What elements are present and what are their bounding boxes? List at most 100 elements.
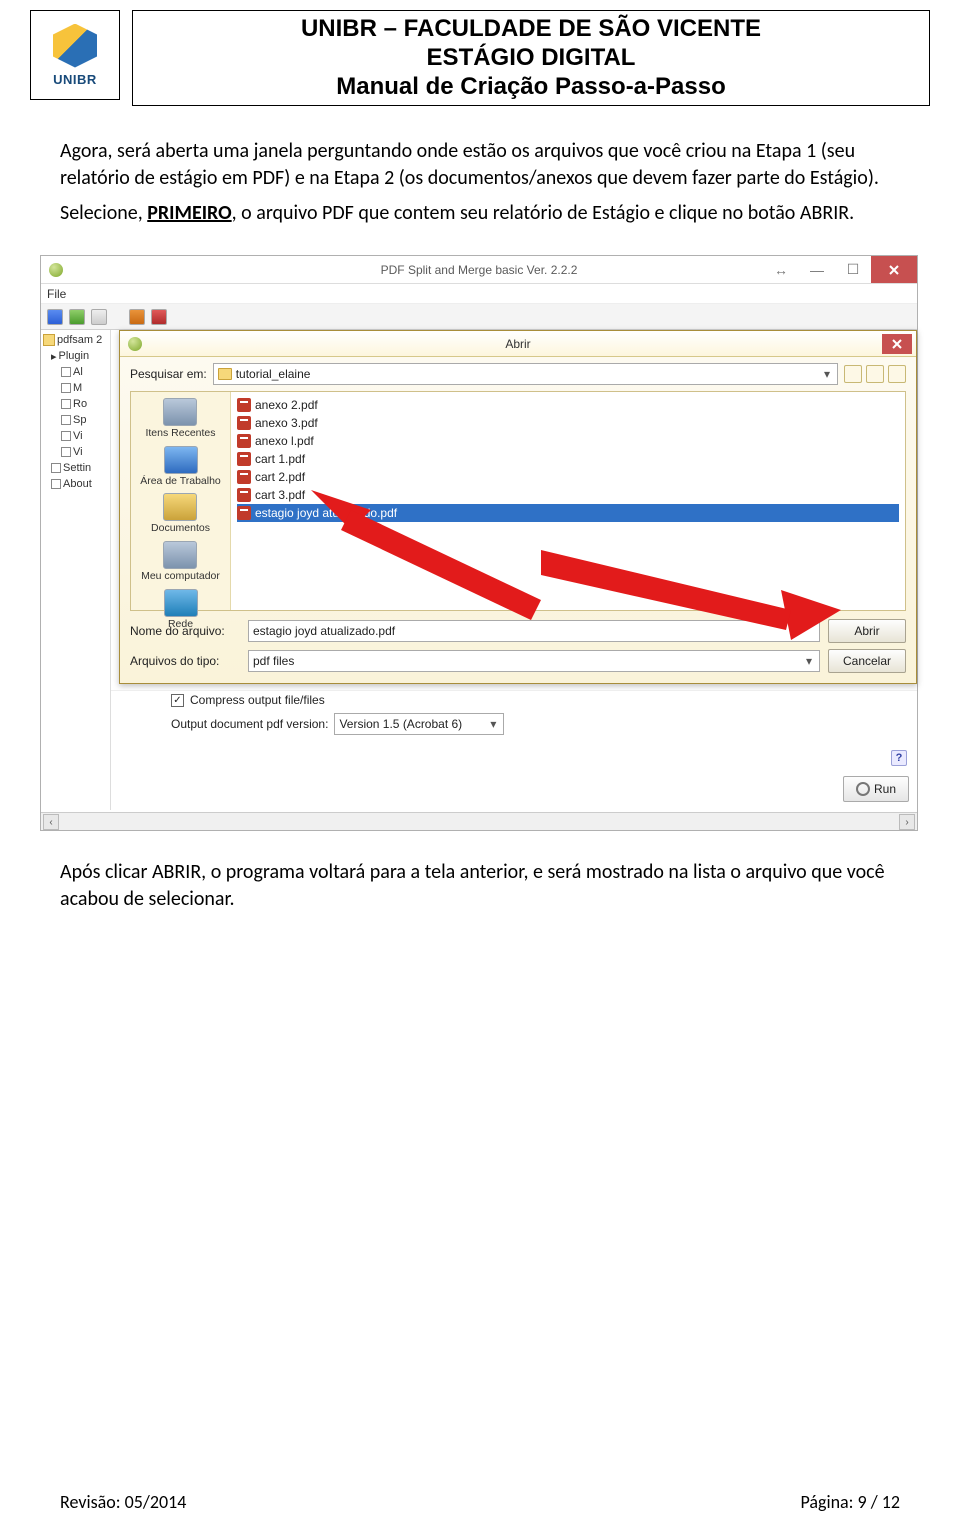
- document-header: UNIBR UNIBR – FACULDADE DE SÃO VICENTE E…: [0, 0, 960, 106]
- exit-icon[interactable]: [151, 309, 167, 325]
- pdf-icon: [237, 506, 251, 520]
- run-label: Run: [874, 782, 896, 796]
- view-icon[interactable]: [888, 365, 906, 383]
- tree-item-label: Vi: [73, 446, 83, 458]
- version-combo[interactable]: Version 1.5 (Acrobat 6) ▾: [334, 713, 504, 735]
- tree-item[interactable]: M: [43, 380, 110, 396]
- cancel-button[interactable]: Cancelar: [828, 649, 906, 673]
- dialog-close-button[interactable]: [882, 334, 912, 354]
- up-folder-icon[interactable]: [844, 365, 862, 383]
- file-name: anexo 3.pdf: [255, 416, 318, 430]
- checkbox-icon: [51, 479, 61, 489]
- compress-checkbox-row[interactable]: ✓ Compress output file/files: [171, 693, 917, 707]
- file-row[interactable]: anexo l.pdf: [237, 432, 899, 450]
- filename-value: estagio joyd atualizado.pdf: [253, 624, 395, 638]
- logo-text: UNIBR: [53, 72, 97, 87]
- tree-item-label: Vi: [73, 430, 83, 442]
- maximize-button[interactable]: ☐: [835, 256, 871, 283]
- help-icon[interactable]: ?: [891, 750, 907, 766]
- filetype-label: Arquivos do tipo:: [130, 654, 240, 668]
- post-paragraph: Após clicar ABRIR, o programa voltará pa…: [60, 859, 900, 913]
- place-label: Documentos: [151, 522, 210, 534]
- tree-item-label: Al: [73, 366, 83, 378]
- tree-item[interactable]: Vi: [43, 428, 110, 444]
- filetype-combo[interactable]: pdf files ▾: [248, 650, 820, 672]
- tree-item[interactable]: Vi: [43, 444, 110, 460]
- app-body: pdfsam 2 ▸ Plugin Al M Ro Sp Vi Vi Setti…: [41, 330, 917, 830]
- checkbox-icon: [61, 447, 71, 457]
- place-documents[interactable]: Documentos: [151, 493, 210, 535]
- header-title-box: UNIBR – FACULDADE DE SÃO VICENTE ESTÁGIO…: [132, 10, 930, 106]
- file-row[interactable]: anexo 3.pdf: [237, 414, 899, 432]
- tree-item[interactable]: Sp: [43, 412, 110, 428]
- header-line2: ESTÁGIO DIGITAL: [141, 44, 921, 73]
- paragraph-1: Agora, será aberta uma janela perguntand…: [60, 138, 900, 192]
- file-row[interactable]: cart 2.pdf: [237, 468, 899, 486]
- tree-plugins[interactable]: ▸ Plugin: [43, 348, 110, 364]
- footer-revision: Revisão: 05/2014: [60, 1491, 186, 1513]
- file-name: anexo 2.pdf: [255, 398, 318, 412]
- tree-item[interactable]: Al: [43, 364, 110, 380]
- scroll-left-icon[interactable]: ‹: [43, 814, 59, 830]
- place-computer[interactable]: Meu computador: [141, 541, 220, 583]
- filename-input[interactable]: estagio joyd atualizado.pdf: [248, 620, 820, 642]
- recent-icon: [163, 398, 197, 426]
- toolbar: [41, 304, 917, 330]
- horizontal-scrollbar[interactable]: ‹ ›: [41, 812, 917, 830]
- place-label: Meu computador: [141, 570, 220, 582]
- open-button-label: Abrir: [854, 624, 879, 638]
- restore-move-icon[interactable]: ↔: [763, 256, 799, 283]
- folder-combo[interactable]: tutorial_elaine ▾: [213, 363, 838, 385]
- checkbox-icon: [51, 463, 61, 473]
- file-row-selected[interactable]: estagio joyd atualizado.pdf: [237, 504, 899, 522]
- place-desktop[interactable]: Área de Trabalho: [140, 446, 221, 488]
- tree-root[interactable]: pdfsam 2: [43, 332, 110, 348]
- filename-label: Nome do arquivo:: [130, 624, 240, 638]
- log-icon[interactable]: [91, 309, 107, 325]
- save-icon[interactable]: [47, 309, 63, 325]
- tree-settings[interactable]: Settin: [43, 460, 110, 476]
- app-titlebar: PDF Split and Merge basic Ver. 2.2.2 ↔ —…: [41, 256, 917, 284]
- pdf-icon: [237, 452, 251, 466]
- desktop-icon: [164, 446, 198, 474]
- tree-plugins-label: Plugin: [59, 350, 90, 362]
- folder-icon: [218, 368, 232, 380]
- search-row: Pesquisar em: tutorial_elaine ▾: [130, 363, 906, 385]
- file-list[interactable]: anexo 2.pdf anexo 3.pdf anexo l.pdf cart…: [231, 392, 905, 610]
- instruction-text: Agora, será aberta uma janela perguntand…: [0, 106, 960, 227]
- page-footer: Revisão: 05/2014 Página: 9 / 12: [60, 1491, 900, 1513]
- screenshot-container: PDF Split and Merge basic Ver. 2.2.2 ↔ —…: [40, 255, 918, 831]
- help-icon[interactable]: [129, 309, 145, 325]
- minimize-button[interactable]: —: [799, 256, 835, 283]
- network-icon: [164, 589, 198, 617]
- open-icon[interactable]: [69, 309, 85, 325]
- menu-file[interactable]: File: [47, 287, 66, 301]
- checkbox-icon: [61, 399, 71, 409]
- chevron-down-icon: ▾: [819, 366, 835, 382]
- post-instruction-text: Após clicar ABRIR, o programa voltará pa…: [0, 831, 960, 913]
- scroll-right-icon[interactable]: ›: [899, 814, 915, 830]
- pdf-icon: [237, 488, 251, 502]
- file-row[interactable]: cart 1.pdf: [237, 450, 899, 468]
- file-name: estagio joyd atualizado.pdf: [255, 506, 397, 520]
- dialog-nav-icons: [844, 365, 906, 383]
- folder-name: tutorial_elaine: [236, 367, 311, 381]
- open-button[interactable]: Abrir: [828, 619, 906, 643]
- file-row[interactable]: cart 3.pdf: [237, 486, 899, 504]
- tree-about[interactable]: About: [43, 476, 110, 492]
- version-label: Output document pdf version:: [171, 717, 328, 731]
- run-button[interactable]: Run: [843, 776, 909, 802]
- tree-settings-label: Settin: [63, 462, 91, 474]
- footer-page: Página: 9 / 12: [800, 1491, 900, 1513]
- place-recent[interactable]: Itens Recentes: [145, 398, 215, 440]
- pdf-icon: [237, 470, 251, 484]
- p2-part3: , o arquivo PDF que contem seu relatório…: [232, 201, 855, 225]
- dialog-title: Abrir: [120, 337, 916, 351]
- menu-bar: File: [41, 284, 917, 304]
- close-button[interactable]: [871, 256, 917, 283]
- window-controls: ↔ — ☐: [763, 256, 917, 283]
- tree-item[interactable]: Ro: [43, 396, 110, 412]
- new-folder-icon[interactable]: [866, 365, 884, 383]
- version-value: Version 1.5 (Acrobat 6): [339, 717, 462, 731]
- file-row[interactable]: anexo 2.pdf: [237, 396, 899, 414]
